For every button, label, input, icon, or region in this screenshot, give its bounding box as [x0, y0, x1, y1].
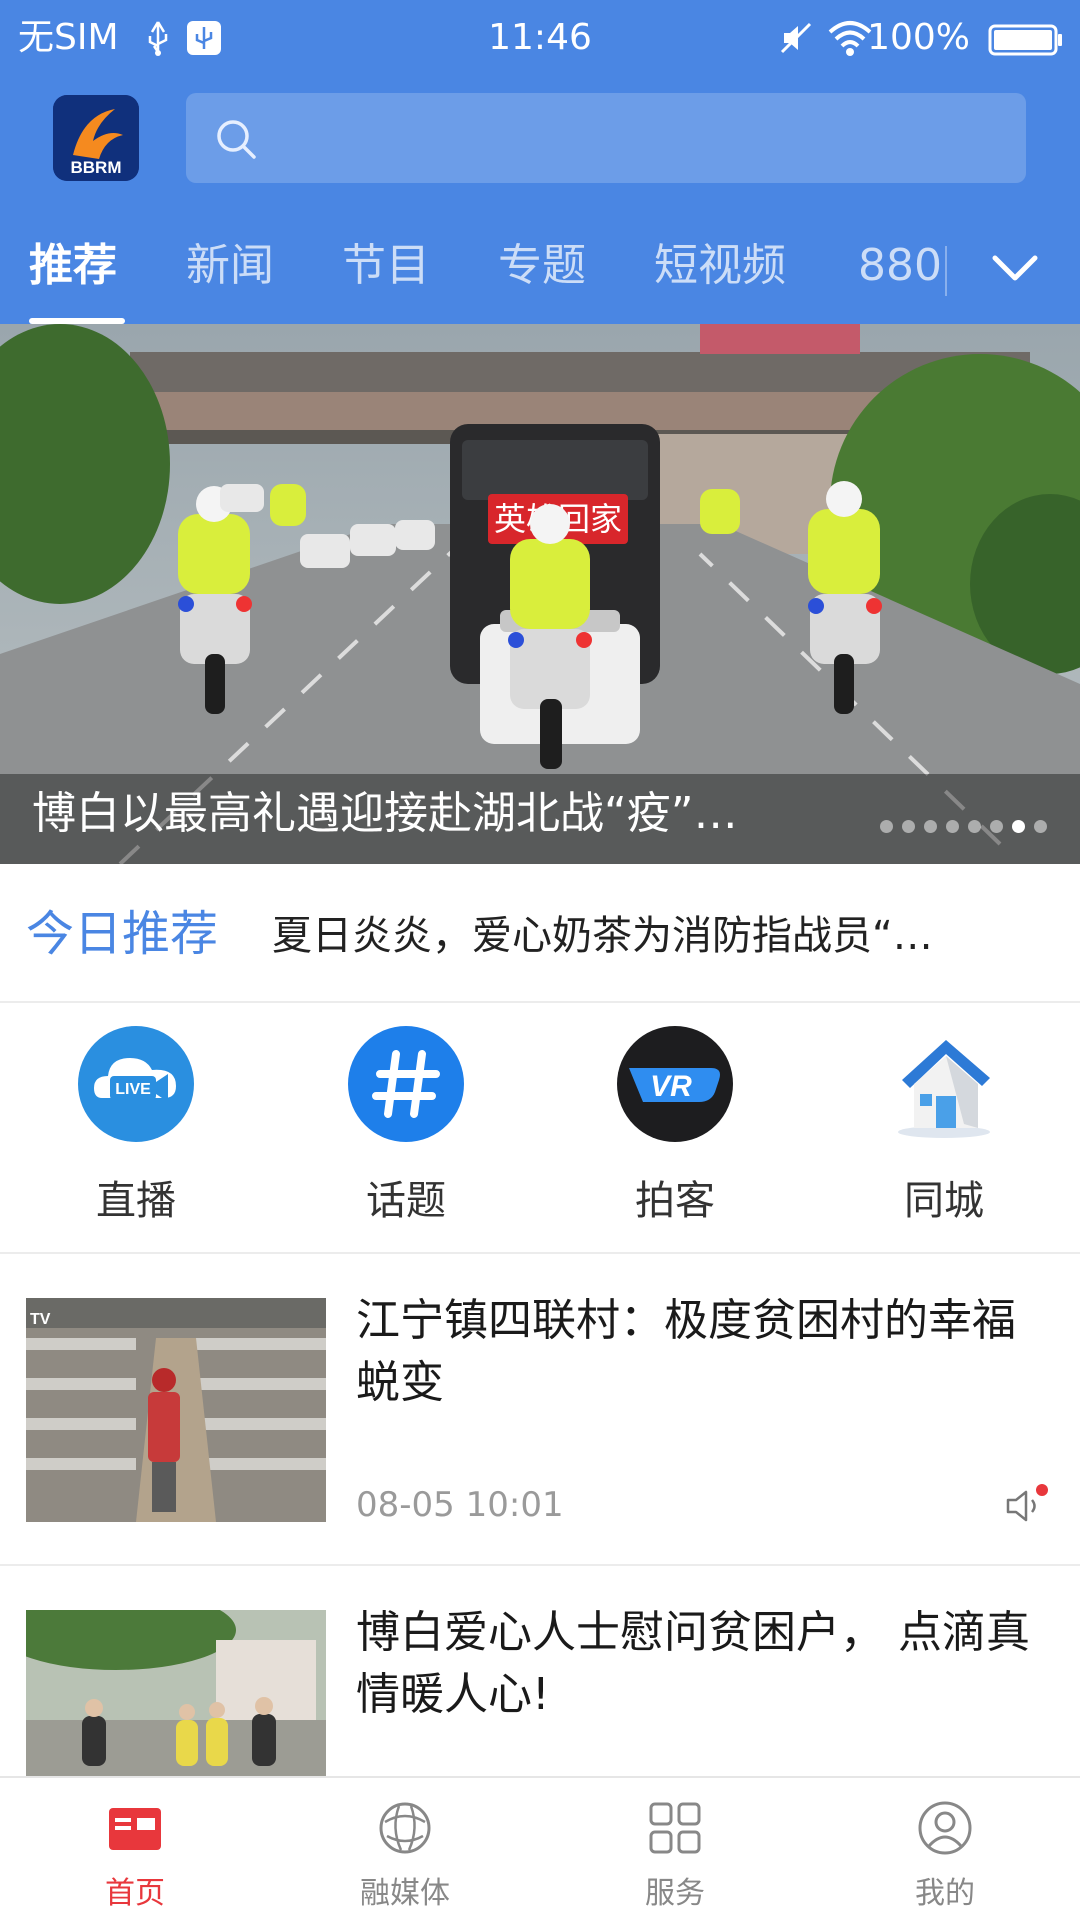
quick-local[interactable]: 同城: [844, 1024, 1044, 1234]
news-thumbnail: [26, 1610, 326, 1776]
carousel-dot[interactable]: [924, 820, 937, 833]
tab-news[interactable]: 新闻: [186, 236, 274, 296]
home-news-icon: [109, 1808, 161, 1850]
quick-entries: LIVE 直播 话题 VR 拍客 同城: [0, 1004, 1080, 1252]
nav-profile-label: 我的: [915, 1876, 975, 1911]
nav-services-label: 服务: [645, 1876, 705, 1911]
battery-icon: [988, 24, 1062, 56]
search-input[interactable]: [186, 93, 1026, 183]
news-thumb-image: [26, 1610, 326, 1776]
carousel-dot[interactable]: [1034, 820, 1047, 833]
tab-topics[interactable]: 专题: [498, 236, 586, 296]
hashtag-icon: [348, 1026, 464, 1142]
vr-icon: VR: [617, 1026, 733, 1142]
banner-carousel[interactable]: 英雄回家: [0, 324, 1080, 864]
quick-vr-label: 拍客: [635, 1178, 715, 1224]
quick-local-label: 同城: [904, 1178, 984, 1224]
app-logo[interactable]: BBRM: [53, 95, 139, 181]
news-thumbnail: TV: [26, 1298, 326, 1522]
live-camera-icon: LIVE: [78, 1026, 194, 1142]
tab-short-video[interactable]: 短视频: [654, 236, 786, 296]
tab-programs[interactable]: 节目: [342, 236, 430, 296]
nav-home-label: 首页: [105, 1876, 165, 1911]
banner-caption[interactable]: 博白以最高礼遇迎接赴湖北战“疫”…: [32, 784, 872, 844]
vr-icon-text: VR: [650, 1070, 692, 1103]
news-title[interactable]: 江宁镇四联村：极度贫困村的幸福蜕变: [356, 1290, 1056, 1414]
nav-profile[interactable]: 我的: [810, 1778, 1080, 1920]
news-item[interactable]: TV 江宁镇四联村：极度贫困村的幸福蜕变 08-05 10:01: [0, 1254, 1080, 1566]
news-thumb-image: TV: [26, 1298, 326, 1522]
globe-icon: [379, 1802, 431, 1854]
nav-services[interactable]: 服务: [540, 1778, 810, 1920]
carousel-dot[interactable]: [990, 820, 1003, 833]
news-time: 08-05 10:01: [356, 1485, 564, 1525]
banner-pagination: [880, 820, 1047, 834]
carousel-dot[interactable]: [968, 820, 981, 833]
today-recommend[interactable]: 今日推荐 夏日炎炎，爱心奶茶为消防指战员“…: [0, 864, 1080, 1002]
mute-icon: [780, 22, 812, 54]
battery-percent: 100%: [867, 17, 970, 58]
quick-live[interactable]: LIVE 直播: [36, 1024, 236, 1234]
speaker-icon[interactable]: [1002, 1482, 1050, 1530]
carousel-dot[interactable]: [1012, 820, 1025, 833]
logo-text: BBRM: [71, 158, 122, 177]
today-recommend-headline[interactable]: 夏日炎炎，爱心奶茶为消防指战员“…: [272, 908, 994, 964]
user-icon: [918, 1801, 972, 1855]
bbrm-logo-icon: BBRM: [53, 95, 139, 181]
news-item[interactable]: 博白爱心人士慰问贫困户， 点滴真情暖人心!: [0, 1566, 1080, 1776]
nav-media-label: 融媒体: [360, 1876, 450, 1911]
nav-media[interactable]: 融媒体: [270, 1778, 540, 1920]
news-title[interactable]: 博白爱心人士慰问贫困户， 点滴真情暖人心!: [356, 1602, 1056, 1726]
carousel-dot[interactable]: [902, 820, 915, 833]
grid-icon: [649, 1802, 701, 1854]
house-icon: [898, 1040, 990, 1138]
divider: [0, 1001, 1080, 1003]
chevron-down-icon[interactable]: [985, 238, 1045, 298]
news-thumb-badge: TV: [30, 1311, 51, 1328]
live-icon-text: LIVE: [115, 1081, 151, 1098]
carousel-dot[interactable]: [880, 820, 893, 833]
tab-recommend[interactable]: 推荐: [29, 236, 117, 296]
bottom-navigation: 首页 融媒体 服务 我的: [0, 1776, 1080, 1920]
today-recommend-label: 今日推荐: [26, 906, 219, 962]
carousel-dot[interactable]: [946, 820, 959, 833]
quick-live-label: 直播: [96, 1178, 176, 1224]
nav-home[interactable]: 首页: [0, 1778, 270, 1920]
tabs-divider: [945, 246, 947, 296]
tab-880[interactable]: 880: [858, 236, 942, 296]
app-header: 无SIM 11:46 100% BBRM 推荐 新闻 节目 专题 短视频 880: [0, 0, 1080, 324]
status-bar: 无SIM 11:46 100%: [0, 0, 1080, 76]
quick-topic[interactable]: 话题: [306, 1024, 506, 1234]
search-icon: [217, 120, 256, 159]
quick-vr[interactable]: VR 拍客: [575, 1024, 775, 1234]
quick-topic-label: 话题: [366, 1178, 446, 1224]
category-tabs: 推荐 新闻 节目 专题 短视频 880: [0, 226, 945, 324]
